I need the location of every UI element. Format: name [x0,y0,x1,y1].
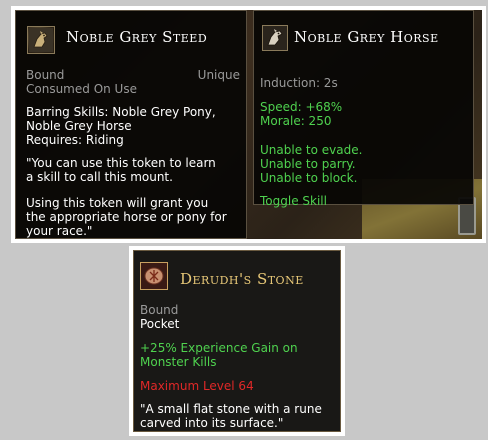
bottom-screenshot-frame: Derudh's Stone Bound Pocket +25% Experie… [129,246,345,436]
stone-pocket: Pocket [140,317,180,331]
stone-desc-1: "A small flat stone with a rune [140,402,322,416]
steed-desc2-2: the appropriate horse or pony for [26,210,227,224]
steed-desc2-1: Using this token will grant you [26,196,209,210]
steed-consumed: Consumed On Use [26,82,137,96]
horse-speed: Speed: +68% [260,100,343,114]
horse-toggle: Toggle Skill [260,194,327,208]
horse-token-icon [27,26,55,54]
steed-barring-1: Barring Skills: Noble Grey Pony, [26,105,216,119]
noble-grey-horse-tooltip: Noble Grey Horse Induction: 2s Speed: +6… [253,10,474,208]
top-screenshot-frame: Noble Grey Steed Bound Unique Consumed O… [11,6,486,243]
stone-desc-2: carved into its surface." [140,416,284,430]
horse-induction: Induction: 2s [260,76,338,90]
steed-requires: Requires: Riding [26,133,124,147]
steed-unique: Unique [197,68,240,82]
stone-title: Derudh's Stone [180,270,304,288]
horse-morale: Morale: 250 [260,114,332,128]
horse-parry: Unable to parry. [260,157,356,171]
steed-desc1-1: "You can use this token to learn [26,156,216,170]
stone-bound: Bound [140,303,179,317]
steed-bound: Bound [26,68,65,82]
derudhs-stone-tooltip: Derudh's Stone Bound Pocket +25% Experie… [133,250,341,432]
noble-grey-steed-tooltip: Noble Grey Steed Bound Unique Consumed O… [15,10,247,239]
steed-title: Noble Grey Steed [66,28,208,46]
horse-block: Unable to block. [260,171,358,185]
horse-evade: Unable to evade. [260,143,363,157]
steed-desc2-3: your race." [26,224,93,238]
horse-head-icon [262,25,288,51]
steed-desc1-2: a skill to call this mount. [26,170,173,184]
rune-stone-icon [140,262,168,290]
steed-barring-2: Noble Grey Horse [26,119,132,133]
horse-title: Noble Grey Horse [294,28,439,46]
stone-xp-2: Monster Kills [140,355,217,369]
stone-max-level: Maximum Level 64 [140,379,254,393]
stone-xp-1: +25% Experience Gain on [140,341,298,355]
